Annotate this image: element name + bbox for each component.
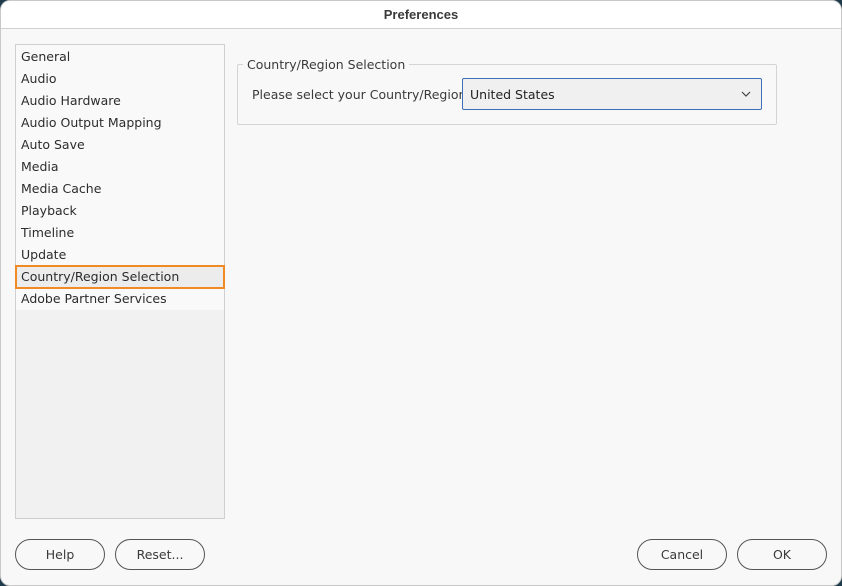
- sidebar-item-media[interactable]: Media: [16, 156, 224, 178]
- cancel-button[interactable]: Cancel: [637, 539, 727, 570]
- category-list-items: General Audio Audio Hardware Audio Outpu…: [15, 45, 225, 310]
- sidebar-item-country-region-selection[interactable]: Country/Region Selection: [15, 265, 225, 289]
- country-region-group: Country/Region Selection Please select y…: [237, 57, 777, 125]
- group-title: Country/Region Selection: [243, 57, 410, 73]
- country-region-value: United States: [470, 86, 555, 102]
- sidebar-item-general[interactable]: General: [16, 46, 224, 68]
- sidebar-item-audio[interactable]: Audio: [16, 68, 224, 90]
- dialog-title: Preferences: [383, 7, 459, 22]
- preferences-dialog: Preferences General Audio Audio Hardware…: [0, 0, 842, 586]
- chevron-down-icon: [731, 91, 761, 97]
- sidebar-item-media-cache[interactable]: Media Cache: [16, 178, 224, 200]
- sidebar-item-update[interactable]: Update: [16, 244, 224, 266]
- title-bar[interactable]: Preferences: [1, 1, 841, 29]
- country-region-dropdown[interactable]: United States: [462, 78, 762, 110]
- ok-button[interactable]: OK: [737, 539, 827, 570]
- preferences-category-list[interactable]: General Audio Audio Hardware Audio Outpu…: [15, 44, 225, 519]
- help-button[interactable]: Help: [15, 539, 105, 570]
- reset-button[interactable]: Reset...: [115, 539, 205, 570]
- sidebar-item-audio-hardware[interactable]: Audio Hardware: [16, 90, 224, 112]
- sidebar-item-playback[interactable]: Playback: [16, 200, 224, 222]
- sidebar-item-timeline[interactable]: Timeline: [16, 222, 224, 244]
- sidebar-item-adobe-partner-services[interactable]: Adobe Partner Services: [16, 288, 224, 310]
- sidebar-item-audio-output-mapping[interactable]: Audio Output Mapping: [16, 112, 224, 134]
- sidebar-item-auto-save[interactable]: Auto Save: [16, 134, 224, 156]
- country-region-label: Please select your Country/Region:: [252, 87, 471, 102]
